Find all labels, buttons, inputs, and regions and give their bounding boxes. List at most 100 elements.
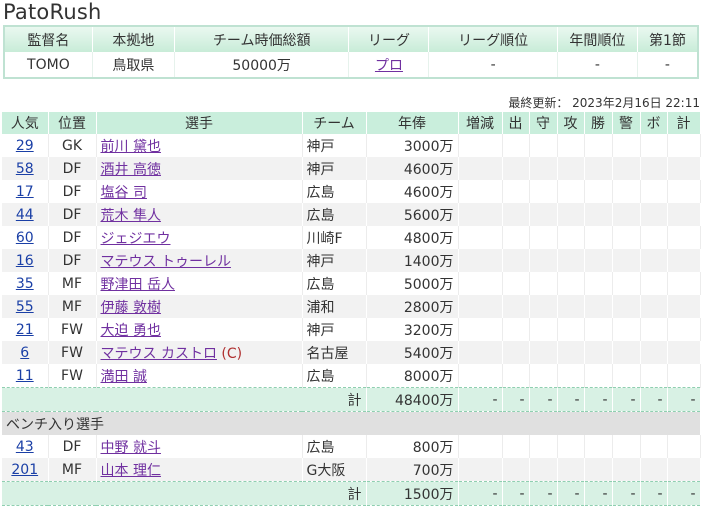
player-name-link[interactable]: 伊藤 敦樹 xyxy=(101,300,161,316)
last-updated: 最終更新： 2023年2月16日 22:11 xyxy=(508,94,700,111)
total-row: 計 1500万 - - - - - - - - xyxy=(2,481,701,506)
popularity-link[interactable]: 16 xyxy=(16,253,34,269)
stat-cell xyxy=(502,249,530,272)
player-name-cell: 中野 就斗 xyxy=(96,435,303,458)
popularity-cell: 35 xyxy=(2,272,49,295)
player-name-link[interactable]: 野津田 岳人 xyxy=(101,277,175,293)
team-cell: 浦和 xyxy=(302,295,367,318)
column-header-defense: 守 xyxy=(529,112,558,134)
bench-section-row: ベンチ入り選手 xyxy=(2,411,701,435)
stat-cell xyxy=(584,226,613,249)
stat-cell xyxy=(667,364,701,388)
total-salary: 48400万 xyxy=(366,387,459,412)
stat-cell xyxy=(640,180,668,203)
popularity-link[interactable]: 60 xyxy=(16,230,34,246)
salary-cell: 4600万 xyxy=(366,157,459,180)
stat-cell xyxy=(667,249,701,272)
total-stat-cell: - xyxy=(667,387,701,412)
team-summary-table: 監督名 本拠地 チーム時価総額 リーグ リーグ順位 年間順位 第1節 TOMO … xyxy=(3,25,699,79)
stat-cell xyxy=(640,226,668,249)
stat-cell xyxy=(557,180,585,203)
player-name-link[interactable]: 満田 誠 xyxy=(101,369,147,385)
player-row: 55 MF 伊藤 敦樹 浦和 2800万 xyxy=(2,295,701,318)
salary-cell: 3000万 xyxy=(366,134,459,157)
player-name-link[interactable]: 前川 黛也 xyxy=(101,139,161,155)
popularity-link[interactable]: 29 xyxy=(16,138,34,154)
column-header-change: 増減 xyxy=(458,112,503,134)
popularity-cell: 17 xyxy=(2,180,49,203)
popularity-link[interactable]: 43 xyxy=(16,439,34,455)
stat-cell xyxy=(584,203,613,226)
player-name-link[interactable]: 大迫 勇也 xyxy=(101,323,161,339)
stat-cell xyxy=(502,364,530,388)
column-header-win: 勝 xyxy=(584,112,613,134)
position-cell: MF xyxy=(48,458,97,482)
stat-cell xyxy=(584,364,613,388)
total-stat-cell: - xyxy=(640,481,668,506)
salary-cell: 8000万 xyxy=(366,364,459,388)
stat-cell xyxy=(458,134,503,157)
total-label: 計 xyxy=(2,481,367,506)
stat-cell xyxy=(640,341,668,364)
stat-cell xyxy=(529,458,558,482)
popularity-link[interactable]: 201 xyxy=(11,462,38,478)
column-header-team: チーム xyxy=(302,112,367,134)
captain-badge: (C) xyxy=(221,345,243,362)
stat-cell xyxy=(529,249,558,272)
popularity-link[interactable]: 44 xyxy=(16,207,34,223)
popularity-link[interactable]: 55 xyxy=(16,299,34,315)
league-link[interactable]: プロ xyxy=(375,58,403,74)
player-row: 43 DF 中野 就斗 広島 800万 xyxy=(2,435,701,458)
stat-cell xyxy=(584,458,613,482)
player-name-link[interactable]: 塩谷 司 xyxy=(101,185,147,201)
stat-cell xyxy=(557,295,585,318)
popularity-link[interactable]: 58 xyxy=(16,161,34,177)
stat-cell xyxy=(502,295,530,318)
team-cell: 広島 xyxy=(302,180,367,203)
popularity-link[interactable]: 21 xyxy=(16,322,34,338)
stat-cell xyxy=(458,203,503,226)
player-name-cell: 塩谷 司 xyxy=(96,180,303,203)
player-name-cell: 荒木 隼人 xyxy=(96,203,303,226)
stat-cell xyxy=(584,180,613,203)
player-name-cell: マテウス トゥーレル xyxy=(96,249,303,272)
salary-cell: 5400万 xyxy=(366,341,459,364)
team-cell: 神戸 xyxy=(302,134,367,157)
player-name-link[interactable]: 酒井 高徳 xyxy=(101,162,161,178)
player-name-link[interactable]: ジェジエウ xyxy=(101,231,171,247)
position-cell: DF xyxy=(48,226,97,249)
popularity-cell: 44 xyxy=(2,203,49,226)
stat-cell xyxy=(612,226,641,249)
player-name-link[interactable]: マテウス トゥーレル xyxy=(101,254,231,270)
team-cell: 広島 xyxy=(302,272,367,295)
stat-cell xyxy=(529,226,558,249)
stat-cell xyxy=(667,341,701,364)
player-name-link[interactable]: 中野 就斗 xyxy=(101,440,161,456)
stat-cell xyxy=(529,364,558,388)
player-row: 60 DF ジェジエウ 川崎F 4800万 xyxy=(2,226,701,249)
total-stat-cell: - xyxy=(667,481,701,506)
stat-cell xyxy=(584,295,613,318)
header-league-rank: リーグ順位 xyxy=(428,26,558,52)
total-stat-cell: - xyxy=(584,481,613,506)
popularity-link[interactable]: 17 xyxy=(16,184,34,200)
popularity-link[interactable]: 6 xyxy=(20,345,29,361)
player-name-link[interactable]: 荒木 隼人 xyxy=(101,208,161,224)
header-team-value: チーム時価総額 xyxy=(174,26,350,52)
player-row: 11 FW 満田 誠 広島 8000万 xyxy=(2,364,701,388)
stat-cell xyxy=(502,341,530,364)
player-row: 21 FW 大迫 勇也 神戸 3200万 xyxy=(2,318,701,341)
stat-cell xyxy=(584,341,613,364)
league-rank: - xyxy=(428,52,558,78)
stat-cell xyxy=(667,203,701,226)
player-name-cell: 山本 理仁 xyxy=(96,458,303,482)
popularity-link[interactable]: 11 xyxy=(16,368,34,384)
player-name-link[interactable]: 山本 理仁 xyxy=(101,463,161,479)
popularity-link[interactable]: 35 xyxy=(16,276,34,292)
stat-cell xyxy=(502,203,530,226)
header-league: リーグ xyxy=(348,26,430,52)
position-cell: DF xyxy=(48,180,97,203)
total-stat-cell: - xyxy=(502,481,530,506)
player-name-link[interactable]: マテウス カストロ xyxy=(101,346,217,362)
player-name-cell: 大迫 勇也 xyxy=(96,318,303,341)
